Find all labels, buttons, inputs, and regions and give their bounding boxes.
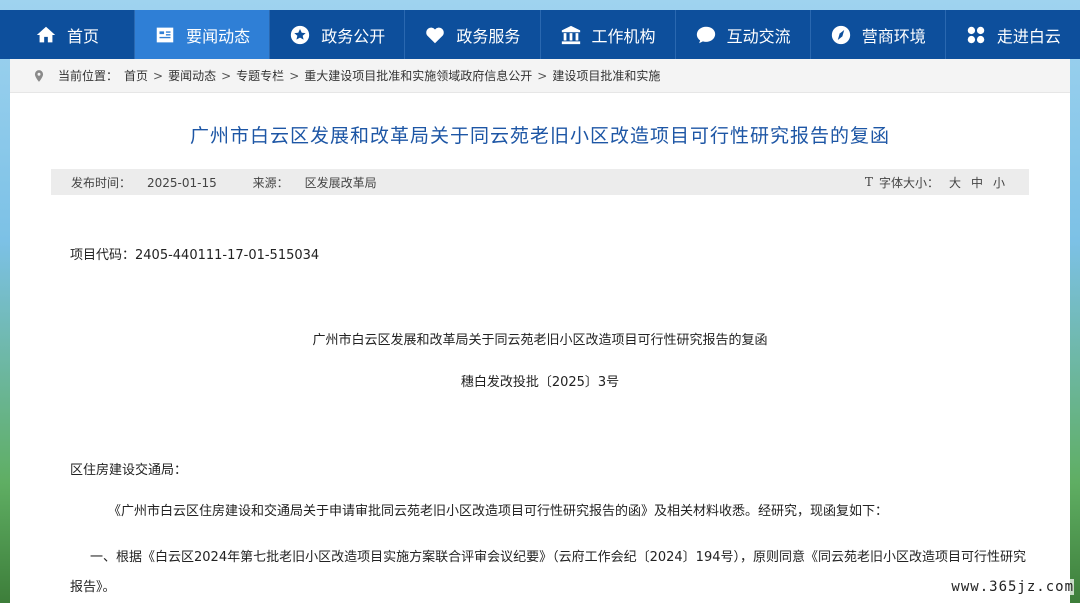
breadcrumb-separator: > xyxy=(289,68,300,83)
breadcrumb-separator: > xyxy=(153,68,164,83)
nav-item-label: 政务服务 xyxy=(456,26,521,46)
star-icon xyxy=(291,25,310,44)
nav-item-label: 要闻动态 xyxy=(186,26,251,46)
article-meta-bar: 发布时间： 2025-01-15 来源： 区发展改革局 T 字体大小： 大 中 小 xyxy=(51,169,1029,195)
main-nav: 首页 要闻动态 政务公开 政务服务 工作机构 互动交流 营商环境 走进白云 xyxy=(0,10,1080,59)
document-paragraph: 一、根据《白云区2024年第七批老旧小区改造项目实施方案联合评审会议纪要》（云府… xyxy=(70,550,1026,595)
compass-icon xyxy=(831,25,850,44)
grid-icon xyxy=(967,26,985,43)
article-meta-info: 发布时间： 2025-01-15 来源： 区发展改革局 xyxy=(71,174,409,191)
content-panel: 当前位置： 首页 > 要闻动态 > 专题专栏 > 重大建设项目批准和实施领域政府… xyxy=(10,59,1070,603)
nav-item-about[interactable]: 走进白云 xyxy=(946,10,1080,59)
breadcrumb-separator: > xyxy=(537,68,548,83)
nav-item-label: 首页 xyxy=(67,26,100,46)
heart-icon xyxy=(426,27,445,43)
news-icon xyxy=(156,27,174,42)
article-source: 来源： 区发展改革局 xyxy=(253,176,393,190)
document-paragraph: 《广州市白云区住房建设和交通局关于申请审批同云苑老旧小区改造项目可行性研究报告的… xyxy=(108,504,889,519)
nav-item-label: 工作机构 xyxy=(591,26,656,46)
nav-item-label: 政务公开 xyxy=(321,26,386,46)
nav-item-business[interactable]: 营商环境 xyxy=(811,10,946,59)
breadcrumb-prefix: 当前位置： xyxy=(58,69,119,83)
breadcrumb-separator: > xyxy=(221,68,232,83)
publish-label: 发布时间： xyxy=(71,175,132,190)
font-size-label: 字体大小： xyxy=(878,175,939,190)
building-icon xyxy=(561,25,580,44)
breadcrumb-link-major-projects[interactable]: 重大建设项目批准和实施领域政府信息公开 xyxy=(304,67,532,84)
text-size-icon: T xyxy=(864,175,873,189)
nav-item-news[interactable]: 要闻动态 xyxy=(135,10,271,59)
document-title: 广州市白云区发展和改革局关于同云苑老旧小区改造项目可行性研究报告的复函 xyxy=(312,333,768,348)
site-watermark: www.365jz.com xyxy=(951,579,1074,595)
publish-date: 发布时间： 2025-01-15 xyxy=(71,176,233,190)
nav-item-interaction[interactable]: 互动交流 xyxy=(676,10,811,59)
nav-item-label: 互动交流 xyxy=(726,26,791,46)
font-size-controls: T 字体大小： 大 中 小 xyxy=(865,174,1005,191)
location-pin-icon xyxy=(34,69,44,82)
project-code: 项目代码：2405-440111-17-01-515034 xyxy=(70,248,320,263)
breadcrumb-link-home[interactable]: 首页 xyxy=(124,67,148,84)
document-addressee: 区住房建设交通局： xyxy=(70,463,188,478)
document-number: 穗白发改投批〔2025〕3号 xyxy=(460,375,620,390)
breadcrumb-link-news[interactable]: 要闻动态 xyxy=(168,67,216,84)
nav-item-gov-open[interactable]: 政务公开 xyxy=(270,10,406,59)
breadcrumb: 当前位置： 首页 > 要闻动态 > 专题专栏 > 重大建设项目批准和实施领域政府… xyxy=(10,59,1070,93)
breadcrumb-link-topics[interactable]: 专题专栏 xyxy=(236,67,284,84)
font-size-large-button[interactable]: 大 xyxy=(949,174,961,191)
nav-item-home[interactable]: 首页 xyxy=(0,10,136,59)
nav-item-label: 营商环境 xyxy=(861,26,926,46)
publish-date-value: 2025-01-15 xyxy=(147,175,217,190)
nav-item-label: 走进白云 xyxy=(996,26,1061,46)
source-value: 区发展改革局 xyxy=(304,175,377,190)
font-size-medium-button[interactable]: 中 xyxy=(971,174,983,191)
breadcrumb-link-approval[interactable]: 建设项目批准和实施 xyxy=(552,67,660,84)
nav-item-agencies[interactable]: 工作机构 xyxy=(541,10,676,59)
page-title: 广州市白云区发展和改革局关于同云苑老旧小区改造项目可行性研究报告的复函 xyxy=(189,125,890,147)
font-size-small-button[interactable]: 小 xyxy=(993,174,1005,191)
chat-icon xyxy=(696,26,715,43)
home-icon xyxy=(36,26,56,42)
source-label: 来源： xyxy=(252,175,289,190)
nav-item-gov-service[interactable]: 政务服务 xyxy=(405,10,541,59)
